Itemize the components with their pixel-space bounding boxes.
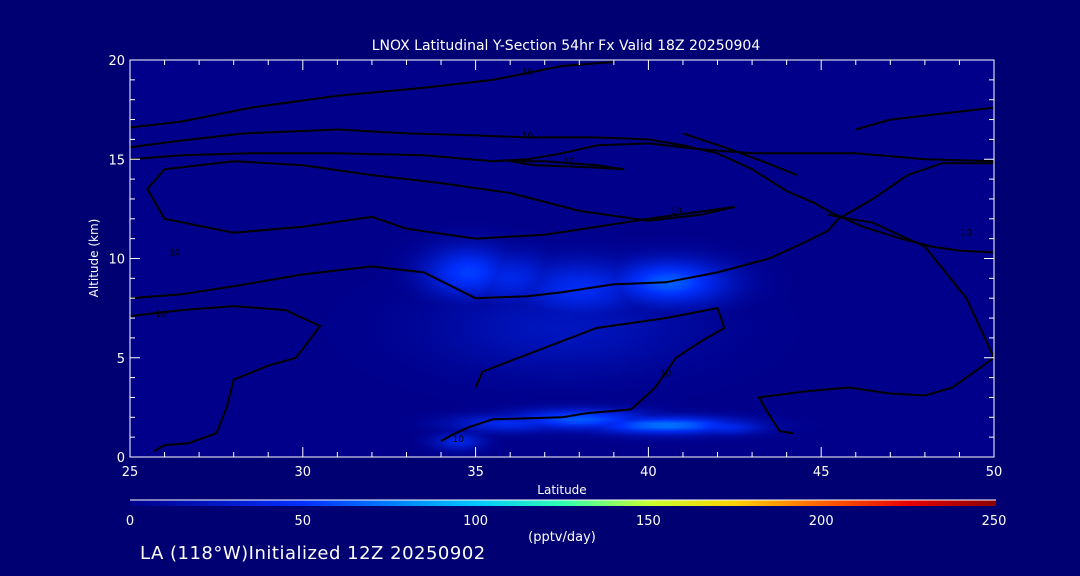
contour-label-8-1: 10 — [660, 370, 672, 380]
colorbar-label-0: 0 — [126, 514, 134, 529]
colorbar — [130, 500, 996, 506]
colorbar-label-50: 50 — [295, 514, 312, 529]
lnox-cross-section-chart: LNOX Latitudinal Y-Section 54hr Fx Valid… — [87, 38, 1007, 545]
y-tick-label-15: 15 — [108, 153, 125, 168]
y-tick-label-20: 20 — [108, 54, 125, 69]
x-tick-label-35: 35 — [467, 465, 484, 480]
lnox-field-image — [130, 60, 994, 457]
contour-label-4-3: 10 — [961, 229, 973, 239]
colorbar-label-100: 100 — [463, 514, 488, 529]
contour-label-7-1: 10 — [155, 310, 167, 320]
colorbar-units: (pptv/day) — [528, 530, 596, 545]
contour-label-4-1: 10 — [169, 249, 181, 259]
x-tick-label-50: 50 — [986, 465, 1003, 480]
colorbar-ticks: 0 50 100 150 200 250 — [126, 514, 1007, 529]
colorbar-label-150: 150 — [636, 514, 661, 529]
field-layer — [130, 60, 994, 457]
contour-label-8-2: 10 — [453, 435, 465, 445]
contour-label-2-1: 10 — [522, 131, 534, 141]
x-axis-label: Latitude — [537, 483, 586, 497]
initialization-footer: LA (118°W)Initialized 12Z 20250902 — [140, 543, 486, 564]
colorbar-label-250: 250 — [982, 514, 1007, 529]
y-tick-label-0: 0 — [117, 451, 125, 466]
colorbar-label-200: 200 — [809, 514, 834, 529]
x-tick-label-45: 45 — [813, 465, 830, 480]
x-tick-label-25: 25 — [122, 465, 139, 480]
y-axis-label: Altitude (km) — [87, 219, 101, 298]
contour-label-1-1: 10 — [522, 68, 534, 78]
y-tick-label-10: 10 — [108, 253, 125, 268]
x-tick-label-30: 30 — [295, 465, 312, 480]
x-tick-label-40: 40 — [640, 465, 657, 480]
chart-title: LNOX Latitudinal Y-Section 54hr Fx Valid… — [372, 38, 761, 54]
y-tick-label-5: 5 — [117, 352, 125, 367]
contour-label-5-1: 10 — [563, 157, 575, 167]
